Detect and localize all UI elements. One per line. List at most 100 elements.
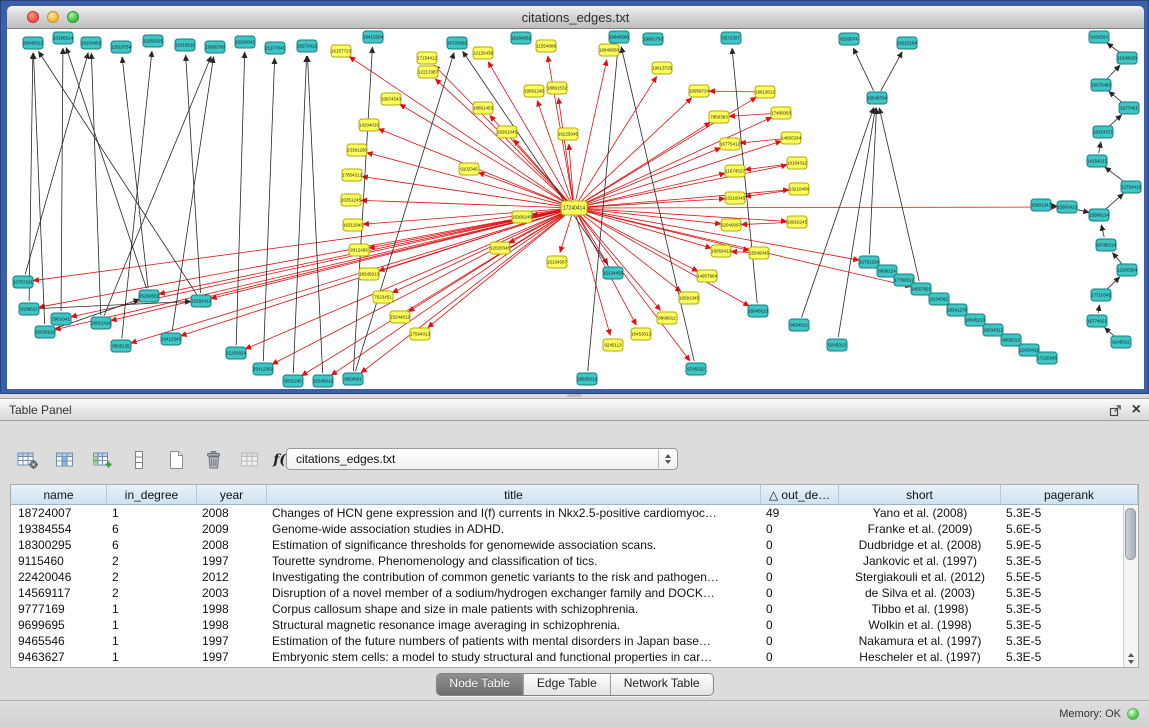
graph-node[interactable]: 14154212 — [1087, 155, 1108, 167]
network-window-titlebar[interactable]: citations_edges.txt — [7, 6, 1144, 29]
graph-node[interactable]: 12125439 — [473, 47, 494, 59]
graph-node[interactable]: 18059412 — [711, 245, 732, 257]
column-header-in_degree[interactable]: in_degree — [107, 485, 197, 504]
graph-node[interactable]: 18453013 — [631, 328, 652, 340]
graph-node[interactable]: 10757101 — [13, 276, 34, 288]
graph-node[interactable]: 16261045 — [497, 126, 518, 138]
graph-node[interactable]: 15993412 — [1057, 201, 1078, 213]
table-row[interactable]: 2242004622012Investigating the contribut… — [11, 569, 1123, 585]
graph-node[interactable]: 9031245 — [283, 375, 303, 387]
graph-node[interactable]: 8183074 — [839, 33, 859, 45]
graph-node[interactable]: 10945213 — [965, 314, 986, 326]
graph-node[interactable]: 15950325 — [143, 35, 164, 47]
graph-node[interactable]: 22040097 — [721, 219, 742, 231]
graph-node[interactable]: 16104312 — [787, 157, 808, 169]
table-row[interactable]: 946362711997Embryonic stem cells: a mode… — [11, 649, 1123, 665]
table-row[interactable]: 1938455462009Genome-wide association stu… — [11, 521, 1123, 537]
graph-node[interactable]: 13210456 — [789, 183, 810, 195]
graph-node[interactable]: 8996912 — [657, 312, 677, 324]
tab-node-table[interactable]: Node Table — [436, 674, 523, 695]
tab-network-table[interactable]: Network Table — [610, 674, 713, 695]
graph-node[interactable]: 19075483 — [1091, 79, 1112, 91]
network-canvas[interactable]: 2604501210196514181034021261075415950325… — [7, 29, 1144, 389]
graph-node[interactable]: 9245113 — [603, 339, 623, 351]
graph-node[interactable]: 15134567 — [547, 256, 568, 268]
graph-node[interactable]: 13216045 — [725, 192, 746, 204]
column-header-year[interactable]: year — [197, 485, 267, 504]
graph-node[interactable]: 17854312 — [342, 169, 363, 181]
show-columns-button[interactable] — [53, 448, 77, 472]
graph-node[interactable]: 19565780 — [205, 41, 226, 53]
graph-node[interactable]: 9102345 — [459, 163, 479, 175]
graph-node[interactable]: 9186512 — [19, 303, 39, 315]
graph-node[interactable]: 19061793 — [643, 33, 664, 45]
graph-node[interactable]: 10222184 — [897, 37, 918, 49]
column-header-title[interactable]: title — [267, 485, 761, 504]
graph-node[interactable]: 10788214 — [1096, 239, 1117, 251]
graph-node[interactable]: 18535012 — [577, 373, 598, 385]
graph-node[interactable]: 10974343 — [381, 93, 402, 105]
graph-node[interactable]: 11015816 — [175, 39, 195, 51]
edit-table-button[interactable] — [90, 448, 114, 472]
graph-node[interactable]: 5901041 — [51, 313, 71, 325]
graph-node[interactable]: 17154412 — [417, 52, 438, 64]
graph-node[interactable]: 18012416 — [91, 317, 112, 329]
graph-node[interactable]: 10958734 — [689, 85, 710, 97]
graph-node[interactable]: 9924501 — [343, 373, 363, 385]
graph-node[interactable]: 11554808 — [536, 40, 556, 52]
graph-node[interactable]: 10412345 — [161, 333, 182, 345]
graph-node[interactable]: 16312045 — [343, 219, 364, 231]
graph-node[interactable]: 16849560 — [599, 44, 620, 56]
combobox-arrows-icon[interactable] — [658, 449, 677, 469]
scrollbar-thumb[interactable] — [1125, 508, 1136, 560]
graph-node[interactable]: 23381290 — [347, 144, 368, 156]
graph-node[interactable]: 9312456 — [349, 244, 369, 256]
graph-node[interactable]: 16648794 — [867, 92, 888, 104]
graph-node[interactable]: 25412302 — [253, 363, 274, 375]
graph-node[interactable]: 10196514 — [53, 32, 74, 44]
delete-table-button[interactable] — [201, 448, 225, 472]
graph-node[interactable]: 16649560 — [609, 31, 630, 43]
graph-node[interactable]: 5572307 — [721, 32, 741, 44]
graph-node[interactable]: 12450412 — [1019, 344, 1040, 356]
float-panel-icon[interactable] — [1109, 404, 1122, 417]
graph-node[interactable]: 21277041 — [265, 42, 286, 54]
graph-node[interactable]: 16775412 — [720, 138, 741, 150]
graph-node[interactable]: 12754413 — [1121, 181, 1142, 193]
graph-node[interactable]: 19613725 — [652, 62, 673, 74]
graph-node[interactable]: 16157723 — [331, 45, 352, 57]
panel-splitter-handle[interactable] — [567, 394, 582, 397]
graph-node[interactable]: 15244512 — [390, 311, 411, 323]
graph-node[interactable]: 9745022 — [686, 363, 706, 375]
table-row[interactable]: 1456911722003Disruption of a novel membe… — [11, 585, 1123, 601]
graph-node[interactable]: 26045012 — [23, 37, 44, 49]
graph-node[interactable]: 18861532 — [547, 82, 568, 94]
graph-node[interactable]: 11549028 — [1117, 52, 1137, 64]
table-scrollbar[interactable] — [1123, 505, 1138, 667]
graph-node[interactable]: 16091345 — [679, 292, 700, 304]
graph-node[interactable]: 17485093 — [771, 107, 792, 119]
graph-node[interactable]: 11674527 — [725, 165, 745, 177]
graph-node[interactable]: 18103402 — [81, 37, 102, 49]
graph-node[interactable]: 12020345 — [490, 242, 511, 254]
graph-node[interactable]: 18154371 — [1093, 126, 1114, 138]
table-row[interactable]: 1872400712008Changes of HCN gene express… — [11, 505, 1123, 521]
graph-node[interactable]: 17594013 — [410, 328, 431, 340]
graph-node[interactable]: 16791234 — [859, 256, 880, 268]
graph-node[interactable]: 12100354 — [1117, 264, 1138, 276]
graph-node[interactable]: 16260041 — [235, 36, 256, 48]
table-row[interactable]: 1830029562008Estimation of significance … — [11, 537, 1123, 553]
graph-node[interactable]: 21260914 — [226, 347, 247, 359]
column-header-pagerank[interactable]: pagerank — [1001, 485, 1138, 504]
graph-node[interactable]: 16916245 — [787, 216, 808, 228]
table-row[interactable]: 911546021997Tourette syndrome. Phenomeno… — [11, 553, 1123, 569]
graph-node[interactable]: 15998114 — [1089, 209, 1109, 221]
table-row[interactable]: 946554611997Estimation of the future num… — [11, 633, 1123, 649]
graph-node[interactable]: 16045613 — [748, 305, 769, 317]
scroll-up-icon[interactable] — [1128, 653, 1134, 657]
graph-node[interactable]: 12217087 — [418, 66, 439, 78]
tab-edge-table[interactable]: Edge Table — [523, 674, 610, 695]
memory-status-indicator[interactable] — [1127, 708, 1139, 720]
graph-node[interactable]: 15549345 — [749, 247, 770, 259]
graph-node-hub[interactable]: 17240414 — [561, 201, 587, 215]
